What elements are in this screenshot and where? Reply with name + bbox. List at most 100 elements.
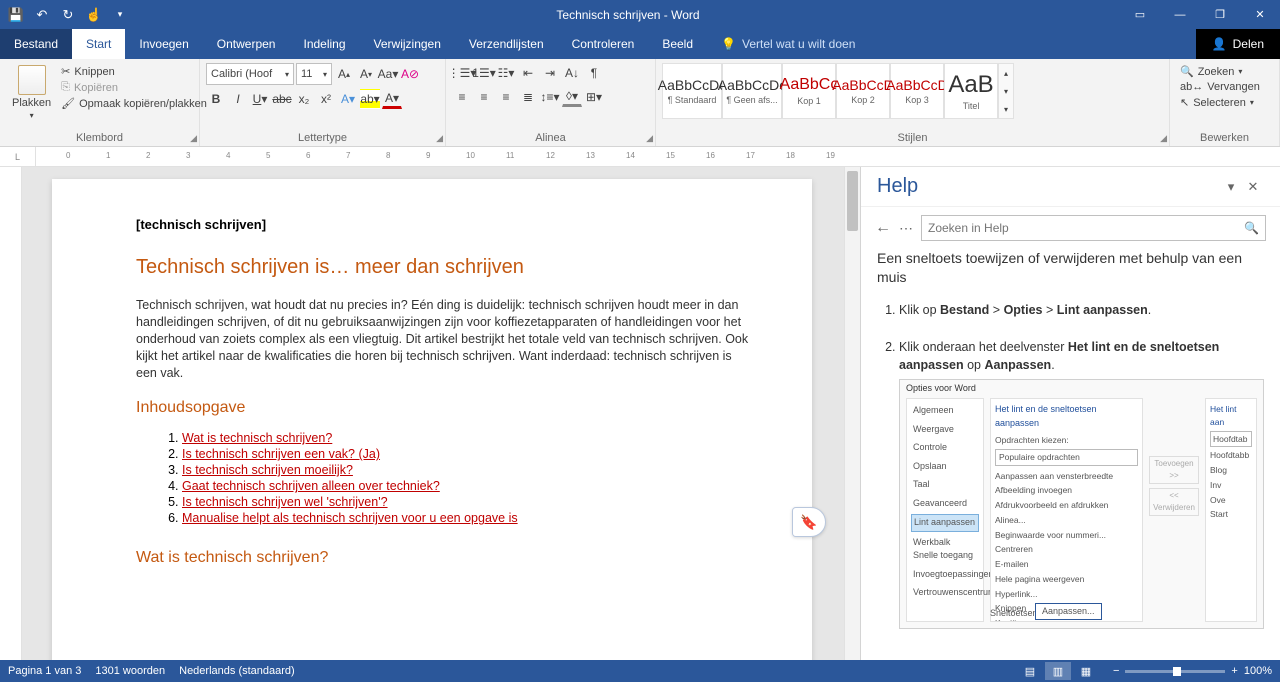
align-left-icon[interactable]: ≡ bbox=[452, 87, 472, 107]
zoom-thumb[interactable] bbox=[1173, 667, 1181, 676]
font-color-icon[interactable]: A▾ bbox=[382, 89, 402, 109]
tab-view[interactable]: Beeld bbox=[648, 29, 707, 59]
style-kop2[interactable]: AaBbCcDKop 2 bbox=[836, 63, 890, 119]
toc-link[interactable]: Manualise helpt als technisch schrijven … bbox=[182, 511, 518, 525]
qat-customize-icon[interactable]: ▾ bbox=[108, 3, 132, 27]
tab-design[interactable]: Ontwerpen bbox=[203, 29, 290, 59]
style-standaard[interactable]: AaBbCcDc¶ Standaard bbox=[662, 63, 722, 119]
repeat-icon[interactable]: ↻ bbox=[56, 3, 80, 27]
tab-layout[interactable]: Indeling bbox=[289, 29, 359, 59]
strikethrough-icon[interactable]: abc bbox=[272, 89, 292, 109]
clipboard-launcher-icon[interactable]: ◢ bbox=[190, 133, 197, 144]
cut-button[interactable]: ✂Knippen bbox=[61, 65, 207, 78]
sort-icon[interactable]: A↓ bbox=[562, 63, 582, 83]
document-viewport[interactable]: [technisch schrijven] Technisch schrijve… bbox=[22, 167, 844, 660]
style-kop1[interactable]: AaBbCcKop 1 bbox=[782, 63, 836, 119]
scrollbar-thumb[interactable] bbox=[847, 171, 858, 231]
underline-icon[interactable]: U▾ bbox=[250, 89, 270, 109]
numbering-icon[interactable]: 1☰▾ bbox=[474, 63, 494, 83]
replace-button[interactable]: ab↔Vervangen bbox=[1180, 81, 1260, 93]
shading-icon[interactable]: ◊▾ bbox=[562, 87, 582, 107]
text-effects-icon[interactable]: A▾ bbox=[338, 89, 358, 109]
toc-link[interactable]: Is technisch schrijven wel 'schrijven'? bbox=[182, 495, 388, 509]
help-search-input[interactable] bbox=[928, 221, 1244, 235]
status-page[interactable]: Pagina 1 van 3 bbox=[8, 665, 81, 677]
tab-file[interactable]: Bestand bbox=[0, 29, 72, 59]
help-search[interactable]: 🔍 bbox=[921, 215, 1266, 241]
task-pane-options-icon[interactable]: ▾ bbox=[1220, 179, 1242, 195]
toc-link[interactable]: Is technisch schrijven een vak? (Ja) bbox=[182, 447, 380, 461]
tell-me[interactable]: 💡 Vertel wat u wilt doen bbox=[707, 29, 869, 59]
undo-icon[interactable]: ↶ bbox=[30, 3, 54, 27]
share-button[interactable]: 👤 Delen bbox=[1196, 29, 1280, 59]
font-launcher-icon[interactable]: ◢ bbox=[436, 133, 443, 144]
style-geen-afstand[interactable]: AaBbCcDc¶ Geen afs... bbox=[722, 63, 782, 119]
font-family-combo[interactable]: Calibri (Hoof▾ bbox=[206, 63, 294, 85]
back-icon[interactable]: ← bbox=[875, 219, 891, 237]
help-body: Een sneltoets toewijzen of verwijderen m… bbox=[861, 249, 1280, 660]
borders-icon[interactable]: ⊞▾ bbox=[584, 87, 604, 107]
toc-link[interactable]: Gaat technisch schrijven alleen over tec… bbox=[182, 479, 440, 493]
tab-mailings[interactable]: Verzendlijsten bbox=[455, 29, 558, 59]
close-pane-icon[interactable]: ✕ bbox=[1242, 179, 1264, 195]
tab-start[interactable]: Start bbox=[72, 29, 125, 59]
shrink-font-icon[interactable]: A▾ bbox=[356, 64, 376, 84]
zoom-in-icon[interactable]: + bbox=[1231, 665, 1237, 677]
find-button[interactable]: 🔍Zoeken▾ bbox=[1180, 65, 1260, 78]
decrease-indent-icon[interactable]: ⇤ bbox=[518, 63, 538, 83]
maximize-icon[interactable]: ❐ bbox=[1200, 0, 1240, 29]
italic-icon[interactable]: I bbox=[228, 89, 248, 109]
line-spacing-icon[interactable]: ↕≡▾ bbox=[540, 87, 560, 107]
zoom-slider[interactable] bbox=[1125, 670, 1225, 673]
select-button[interactable]: ↖Selecteren▾ bbox=[1180, 96, 1260, 109]
paragraph-launcher-icon[interactable]: ◢ bbox=[646, 133, 653, 144]
close-icon[interactable]: ✕ bbox=[1240, 0, 1280, 29]
horizontal-ruler[interactable]: 012345678910111213141516171819 bbox=[36, 147, 1280, 166]
ribbon-display-icon[interactable]: ▭ bbox=[1120, 0, 1160, 29]
vertical-ruler[interactable] bbox=[0, 167, 22, 660]
print-layout-icon[interactable]: ▥ bbox=[1045, 662, 1071, 680]
justify-icon[interactable]: ≣ bbox=[518, 87, 538, 107]
toc-link[interactable]: Is technisch schrijven moeilijk? bbox=[182, 463, 353, 477]
styles-more-icon[interactable]: ▴▾▾ bbox=[998, 63, 1014, 119]
paste-button[interactable]: Plakken ▾ bbox=[6, 63, 57, 122]
change-case-icon[interactable]: Aa▾ bbox=[378, 64, 398, 84]
clear-formatting-icon[interactable]: A⊘ bbox=[400, 64, 420, 84]
highlight-icon[interactable]: ab▾ bbox=[360, 89, 380, 109]
grow-font-icon[interactable]: A▴ bbox=[334, 64, 354, 84]
styles-gallery[interactable]: AaBbCcDc¶ Standaard AaBbCcDc¶ Geen afs..… bbox=[662, 63, 1014, 119]
align-center-icon[interactable]: ≡ bbox=[474, 87, 494, 107]
copy-button[interactable]: ⎘Kopiëren bbox=[61, 81, 207, 94]
read-mode-icon[interactable]: ▤ bbox=[1017, 662, 1043, 680]
tab-insert[interactable]: Invoegen bbox=[125, 29, 202, 59]
tab-review[interactable]: Controleren bbox=[558, 29, 649, 59]
subscript-icon[interactable]: x₂ bbox=[294, 89, 314, 109]
toc-link[interactable]: Wat is technisch schrijven? bbox=[182, 431, 332, 445]
tab-selector-icon[interactable]: L bbox=[0, 147, 36, 167]
bold-icon[interactable]: B bbox=[206, 89, 226, 109]
styles-launcher-icon[interactable]: ◢ bbox=[1160, 133, 1167, 144]
save-icon[interactable]: 💾 bbox=[4, 3, 28, 27]
increase-indent-icon[interactable]: ⇥ bbox=[540, 63, 560, 83]
bullets-icon[interactable]: ⋮☰▾ bbox=[452, 63, 472, 83]
status-language[interactable]: Nederlands (standaard) bbox=[179, 665, 295, 677]
zoom-out-icon[interactable]: − bbox=[1113, 665, 1119, 677]
more-icon[interactable]: ⋯ bbox=[899, 220, 913, 237]
tab-references[interactable]: Verwijzingen bbox=[360, 29, 455, 59]
format-painter-button[interactable]: 🖌Opmaak kopiëren/plakken bbox=[61, 97, 207, 110]
search-icon[interactable]: 🔍 bbox=[1244, 221, 1259, 235]
status-words[interactable]: 1301 woorden bbox=[95, 665, 165, 677]
touch-mode-icon[interactable]: ☝ bbox=[82, 3, 106, 27]
style-titel[interactable]: AaBTitel bbox=[944, 63, 998, 119]
zoom-value[interactable]: 100% bbox=[1244, 665, 1272, 677]
font-size-combo[interactable]: 11▾ bbox=[296, 63, 332, 85]
vertical-scrollbar[interactable] bbox=[844, 167, 860, 660]
show-marks-icon[interactable]: ¶ bbox=[584, 63, 604, 83]
superscript-icon[interactable]: x² bbox=[316, 89, 336, 109]
web-layout-icon[interactable]: ▦ bbox=[1073, 662, 1099, 680]
minimize-icon[interactable]: — bbox=[1160, 0, 1200, 29]
style-kop3[interactable]: AaBbCcDKop 3 bbox=[890, 63, 944, 119]
align-right-icon[interactable]: ≡ bbox=[496, 87, 516, 107]
bookmark-icon[interactable]: 🔖 bbox=[792, 507, 826, 537]
multilevel-icon[interactable]: ☷▾ bbox=[496, 63, 516, 83]
